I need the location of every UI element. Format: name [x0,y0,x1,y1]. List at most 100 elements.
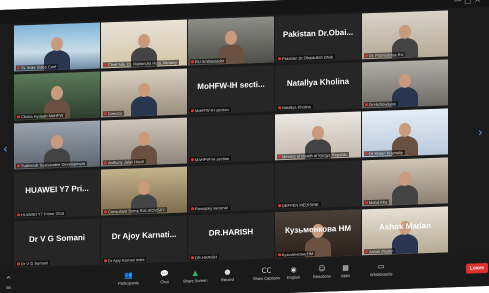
toolbar-item-chat[interactable]: 💬 Chat [160,269,169,285]
participant-tile[interactable]: Dr Ajoy Karnati... Dr Ajoy Karnati India [101,215,187,265]
participant-tile[interactable]: Pakistan Dr.Obai... Pakistan Dr.Obaidulla… [275,13,361,63]
participant-tile[interactable]: DEFPEN MEDISINE [275,160,361,210]
toolbar-item-english[interactable]: ◉ English [287,265,300,280]
toolbar-item-show-captions[interactable]: CC Show Captions [253,266,280,281]
participant-label-text: Ashok Madan [369,248,394,255]
people-icon: 👥 [124,270,133,280]
mic-muted-icon [17,66,20,70]
participant-label-text: Pakistan Dr.Obaidullah Ohidi [282,54,334,62]
participant-label-text: DEFPEN MEDISINE [282,201,319,209]
mic-muted-icon [17,115,20,119]
mic-muted-icon [191,158,194,162]
participant-tile[interactable]: MAHFW-IH section [188,114,274,164]
participant-tile[interactable]: Dr Yerlan Krismaliy [362,108,448,158]
participant-display-name: Dr Ajoy Karnati... [111,229,177,242]
toolbar-item-label: Chat [160,279,169,285]
participant-name-label: HUAWEI Y7 Prime 2018 [16,210,67,218]
participant-display-name: HUAWEI Y7 Pri... [25,183,89,196]
participant-display-name: Pakistan Dr.Obai... [282,27,354,40]
mic-muted-icon [191,256,194,260]
participant-tile[interactable]: Director [101,68,187,118]
mute-icon: ^ [5,275,12,284]
participant-display-name [275,174,361,177]
participant-name-label: Mohd Afra [364,199,390,206]
participant-label-text: MAHFW-IH section [195,155,230,163]
participant-body [392,233,418,255]
mic-muted-icon [104,259,107,263]
mic-muted-icon [17,213,20,217]
gallery-grid: SL India Video Conf Chief Adv. Dr. Mahend… [14,10,448,268]
toolbar-item-share-screen[interactable]: ▲ Share Screen [183,269,207,284]
participant-tile[interactable]: MoHFW-IH secti... MoHFW-IH section [188,65,274,115]
mic-muted-icon [191,109,194,113]
participant-tile[interactable]: SL India Video Conf [14,22,100,72]
participant-tile[interactable]: Mohd Afra [362,157,448,207]
participant-tile[interactable]: Ministry of Health of Kyrgyz Republic [275,111,361,161]
mic-muted-icon [278,57,281,61]
participant-tile[interactable]: Natallya Kholina Natallya Kholina [275,62,361,112]
participant-tile[interactable]: RU Ambassador [188,16,274,66]
mic-muted-icon [365,152,368,156]
participant-name-label: Natallya Kholina [277,104,313,111]
mic-muted-icon [278,106,281,110]
mic-muted-icon [191,207,194,211]
participant-tile[interactable]: Rossijskij nacional [188,163,274,213]
toolbar-item-record[interactable]: ● Record [221,267,234,282]
participant-tile[interactable]: Chief Adv. Dr. Mahendra Hota, Ministry [101,19,187,69]
mic-muted-icon [17,262,20,266]
mic-muted-icon [104,161,107,165]
participant-display-name: DR.HARISH [208,227,254,238]
participant-name-label: DR.HARISH [190,254,220,261]
toolbar-item-reactions[interactable]: ☺ Reactions [313,264,331,279]
participant-tile[interactable]: Dr.Hichowayee [362,59,448,109]
participant-tile[interactable]: DR.HARISH DR.HARISH [188,212,274,262]
mic-muted-icon [365,250,368,254]
participant-name-label: Pakistan Dr.Obaidullah Ohidi [277,54,336,62]
whiteboard-icon: ▭ [377,262,385,271]
window-controls[interactable]: — ▢ ✕ [454,0,481,5]
next-page-arrow-icon[interactable]: › [478,125,486,141]
participant-label-text: RU Ambassador [195,58,225,65]
participant-name-label: Dr Ajoy Karnati India [103,256,147,264]
participant-label-text: Dr.Hichowayee [369,101,396,108]
participant-tile[interactable]: Anthony Jalali Hinch [101,117,187,167]
participant-tile[interactable]: Ashok Madan Ashok Madan [362,206,448,256]
participant-body [392,184,418,206]
participant-display-name [188,128,274,131]
participant-display-name [188,177,274,180]
mic-muted-icon [365,201,368,205]
participant-label-text: Natallya Kholina [282,104,311,111]
participant-label-text: DR.HARISH [195,254,218,261]
mic-muted-icon [104,210,107,214]
chat-icon: 💬 [160,269,169,278]
participant-name-label: Dr V G Somani [16,260,50,267]
toolbar-item-whiteboards[interactable]: ▭ Whiteboards [370,262,392,277]
participant-display-name: MoHFW-IH secti... [197,79,265,92]
previous-page-arrow-icon[interactable]: ‹ [3,142,11,158]
participant-tile[interactable]: Chinta Hydgah MoHFW [14,71,100,121]
captions-icon: CC [261,266,272,275]
toolbar-left[interactable]: ^ ios [4,275,13,290]
toolbar-item-participants[interactable]: 👥 Participants [118,271,139,286]
participant-tile[interactable]: Dr V G Somani Dr V G Somani [14,218,100,268]
toolbar-item-label: Share Screen [183,277,208,284]
share-screen-icon: ▲ [192,268,198,277]
zoom-meeting-window: — ▢ ✕ ‹ › SL India Video Conf Chief Adv. … [0,0,489,293]
participant-tile[interactable]: Consultant Soma SULIKOVSKY [101,166,187,216]
mic-muted-icon [17,164,20,168]
participant-tile[interactable]: Dr. Pramodolya RU [362,10,448,60]
participant-name-label: MAHFW-IH section [190,155,232,163]
apps-icon: ▦ [342,263,349,272]
mic-muted-icon [278,155,281,159]
participant-tile[interactable]: Кузьменкова НМ Кузьменкова НМ [275,209,361,259]
participant-label-text: Dr V G Somani [21,260,48,267]
toolbar-item-label: Reactions [313,273,331,280]
mic-muted-icon [365,103,368,107]
participant-tile[interactable]: HUAWEI Y7 Pri... HUAWEI Y7 Prime 2018 [14,169,100,219]
mic-muted-icon [191,60,194,64]
toolbar-item-apps[interactable]: ▦ Apps [341,263,350,278]
leave-button[interactable]: Leave [466,262,488,274]
participant-label-text: Director [108,110,123,117]
participant-tile[interactable]: Subhendr Sustainable Development [14,120,100,170]
participant-name-label: Rossijskij nacional [190,204,230,212]
